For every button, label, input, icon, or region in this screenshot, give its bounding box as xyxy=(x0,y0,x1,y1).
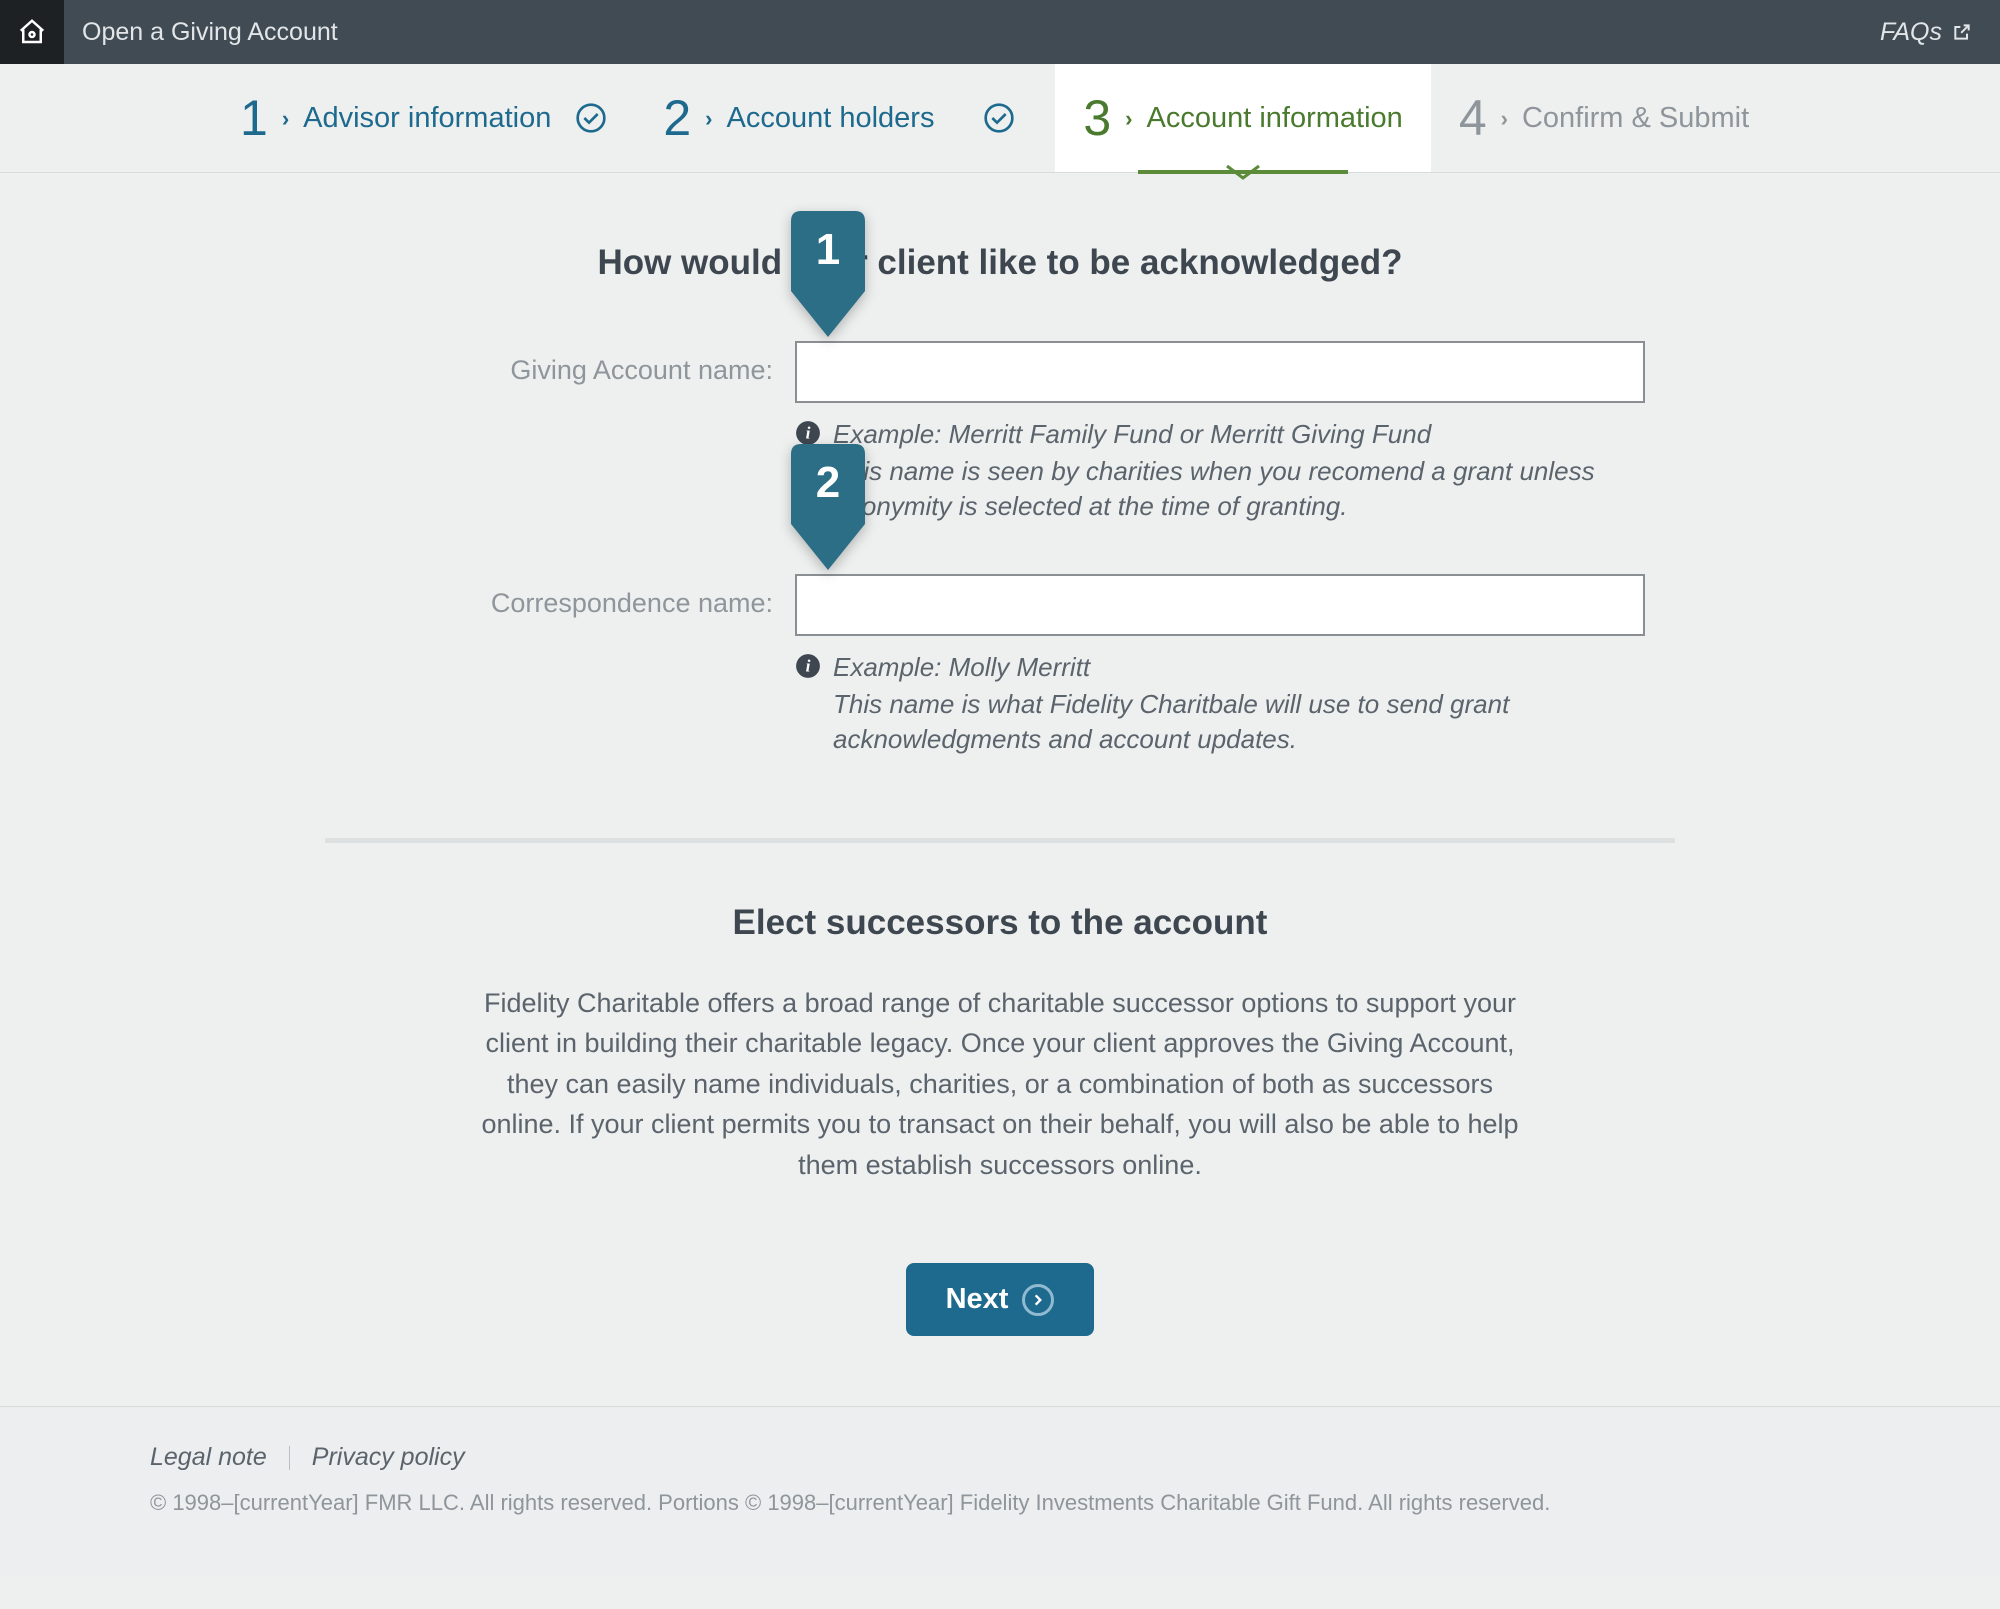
privacy-policy-link[interactable]: Privacy policy xyxy=(312,1443,465,1472)
successors-heading: Elect successors to the account xyxy=(325,903,1675,943)
footer: Legal note Privacy policy © 1998–[curren… xyxy=(0,1406,2000,1576)
chevron-right-icon: › xyxy=(282,106,289,132)
section-divider xyxy=(325,838,1675,843)
step-advisor-information[interactable]: 1 › Advisor information xyxy=(212,64,635,172)
giving-account-hint: Example: Merritt Family Fund or Merritt … xyxy=(833,417,1645,524)
callout-marker-1: 1 xyxy=(791,211,865,341)
correspondence-hint: Example: Molly Merritt This name is what… xyxy=(833,650,1645,757)
chevron-right-icon: › xyxy=(1501,106,1508,132)
topbar: Open a Giving Account FAQs xyxy=(0,0,2000,64)
legal-note-link[interactable]: Legal note xyxy=(150,1443,267,1472)
chevron-right-circle-icon xyxy=(1022,1284,1054,1316)
giving-account-row: Giving Account name: 1 i Example: Merrit… xyxy=(325,341,1675,524)
correspondence-input[interactable] xyxy=(795,574,1645,636)
step-number: 3 xyxy=(1083,93,1111,143)
chevron-right-icon: › xyxy=(1125,106,1132,132)
chevron-right-icon: › xyxy=(705,106,712,132)
callout-marker-2: 2 xyxy=(791,444,865,574)
callout-number: 2 xyxy=(791,458,865,508)
stepper: 1 › Advisor information 2 › Account hold… xyxy=(0,64,2000,173)
step-label: Account holders xyxy=(727,102,935,135)
active-step-caret-icon xyxy=(1225,157,1261,190)
callout-number: 1 xyxy=(791,225,865,275)
step-account-information[interactable]: 3 › Account information xyxy=(1055,64,1430,172)
step-number: 2 xyxy=(663,93,691,143)
successors-body: Fidelity Charitable offers a broad range… xyxy=(470,983,1530,1186)
acknowledgment-heading: How would your client like to be acknowl… xyxy=(325,243,1675,283)
svg-text:i: i xyxy=(806,657,811,676)
next-button[interactable]: Next xyxy=(906,1263,1095,1336)
external-link-icon xyxy=(1952,22,1972,42)
check-circle-icon xyxy=(983,102,1015,134)
next-button-label: Next xyxy=(946,1283,1009,1316)
main-content: How would your client like to be acknowl… xyxy=(265,173,1735,1406)
home-icon xyxy=(17,17,47,47)
giving-account-input[interactable] xyxy=(795,341,1645,403)
page-title: Open a Giving Account xyxy=(64,0,1880,64)
correspondence-row: Correspondence name: 2 i Example: Molly … xyxy=(325,574,1675,757)
footer-copyright: © 1998–[currentYear] FMR LLC. All rights… xyxy=(150,1490,1850,1516)
correspondence-label: Correspondence name: xyxy=(325,574,795,619)
step-number: 4 xyxy=(1459,93,1487,143)
step-confirm-submit[interactable]: 4 › Confirm & Submit xyxy=(1431,64,1777,172)
check-circle-icon xyxy=(575,102,607,134)
step-label: Account information xyxy=(1147,102,1403,135)
step-number: 1 xyxy=(240,93,268,143)
giving-account-label: Giving Account name: xyxy=(325,341,795,386)
faqs-label: FAQs xyxy=(1880,18,1942,47)
info-icon[interactable]: i xyxy=(795,653,821,686)
home-button[interactable] xyxy=(0,0,64,64)
step-label: Confirm & Submit xyxy=(1522,102,1749,135)
step-label: Advisor information xyxy=(303,102,551,135)
step-account-holders[interactable]: 2 › Account holders xyxy=(635,64,1055,172)
faqs-link[interactable]: FAQs xyxy=(1880,0,2000,64)
footer-separator xyxy=(289,1446,290,1470)
svg-text:i: i xyxy=(806,423,811,442)
